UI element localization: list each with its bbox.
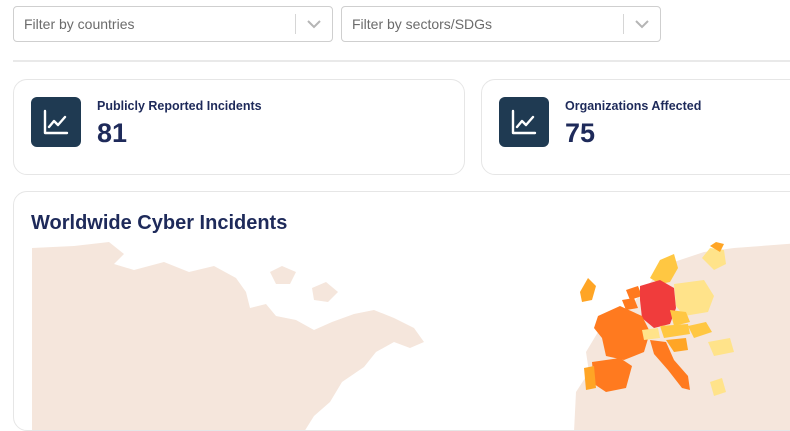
line-chart-icon [31,97,81,147]
country-switzerland[interactable] [642,328,660,340]
divider [13,60,790,62]
sector-filter-select[interactable]: Filter by sectors/SDGs [341,6,661,42]
arctic-island[interactable] [312,282,338,302]
world-map-card: Worldwide Cyber Incidents [13,191,790,431]
north-america-region[interactable] [32,242,424,431]
organizations-stat-label: Organizations Affected [565,99,702,113]
chevron-down-icon[interactable] [624,19,660,29]
incidents-stat-card: Publicly Reported Incidents 81 [13,79,465,175]
organizations-stat-card: Organizations Affected 75 [481,79,790,175]
country-portugal[interactable] [584,366,596,390]
country-germany[interactable] [640,280,676,328]
arctic-island[interactable] [270,266,296,284]
incidents-stat-label: Publicly Reported Incidents [97,99,262,113]
sector-filter-placeholder: Filter by sectors/SDGs [352,16,493,32]
chevron-down-icon[interactable] [296,19,332,29]
world-map[interactable] [14,192,790,431]
line-chart-icon [499,97,549,147]
country-filter-placeholder: Filter by countries [24,16,135,32]
organizations-stat-value: 75 [565,118,596,148]
country-filter-select[interactable]: Filter by countries [13,6,333,42]
country-uk[interactable] [580,278,596,302]
incidents-stat-value: 81 [97,118,128,148]
